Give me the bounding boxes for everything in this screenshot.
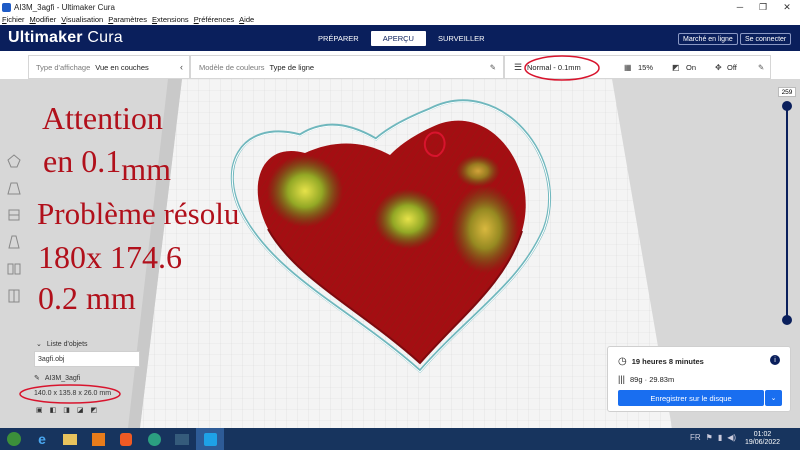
annotation-probleme-resolu: Problème résolu <box>37 196 240 231</box>
cube-left-icon[interactable]: ◪ <box>77 406 84 414</box>
language-icon[interactable]: FR <box>690 433 701 442</box>
tab-prepare[interactable]: PRÉPARER <box>306 31 371 46</box>
object-list-label[interactable]: Liste d'objets <box>47 341 88 348</box>
save-options-chevron-icon[interactable]: ⌄ <box>765 390 782 406</box>
pen-icon: ✎ <box>34 375 40 382</box>
terminal-icon[interactable] <box>168 428 196 450</box>
red-circle-dimensions <box>19 384 121 404</box>
mirror-tool-icon[interactable] <box>3 231 25 253</box>
pencil-icon[interactable]: ✎ <box>490 63 496 72</box>
infill-icon: ▦ <box>624 62 632 72</box>
minimize-icon[interactable]: ─ <box>729 0 751 14</box>
clock-date: 19/06/2022 <box>745 439 781 446</box>
ie-icon[interactable]: e <box>28 428 56 450</box>
annotation-en-01: en 0.1mm <box>43 143 171 185</box>
menu-preferences[interactable]: Préférences <box>194 15 234 24</box>
window-title: AI3M_3agfi - Ultimaker Cura <box>14 2 115 12</box>
support-icon: ◩ <box>672 62 680 72</box>
left-tool-panel <box>0 150 28 312</box>
brand-logo: Ultimaker Cura <box>8 29 123 46</box>
view-type-toolbar: Type d'affichage Vue en couches ‹ <box>28 55 190 79</box>
settings-pencil-icon[interactable]: ✎ <box>758 63 764 72</box>
adhesion-value[interactable]: Off <box>727 63 737 72</box>
edge-icon[interactable] <box>140 428 168 450</box>
print-duration: 19 heures 8 minutes <box>631 357 704 366</box>
view-type-select[interactable]: Vue en couches <box>95 63 149 72</box>
color-model-label: Modèle de couleurs <box>199 62 265 72</box>
title-bar: AI3M_3agfi - Ultimaker Cura ─ ❐ ✕ <box>0 0 800 14</box>
cube-front-icon[interactable]: ◧ <box>50 406 57 414</box>
menu-view[interactable]: Visualisation <box>61 15 103 24</box>
job-specs-panel: ◷ 19 heures 8 minutes i ||| 89g · 29.83m… <box>607 346 791 412</box>
menu-bar: Fichier Modifier Visualisation Paramètre… <box>0 14 800 25</box>
layer-number-box[interactable]: 259 <box>778 87 796 97</box>
menu-extensions[interactable]: Extensions <box>152 15 189 24</box>
cube-top-icon[interactable]: ◨ <box>63 406 70 414</box>
network-icon[interactable]: ▮ <box>718 433 722 442</box>
green-infill-center <box>374 189 442 249</box>
annotation-en-01-text: en 0.1 <box>43 143 122 179</box>
clock-icon: ◷ <box>618 356 627 367</box>
cura-taskbar-icon[interactable] <box>196 428 224 450</box>
taskbar-clock[interactable]: 01:02 19/06/2022 <box>745 431 780 447</box>
menu-settings[interactable]: Paramètres <box>108 15 147 24</box>
red-circle-profile <box>524 55 600 81</box>
green-infill-top <box>456 155 500 187</box>
per-model-settings-icon[interactable] <box>3 258 25 280</box>
rotate-tool-icon[interactable] <box>3 204 25 226</box>
close-icon[interactable]: ✕ <box>776 0 798 14</box>
view-type-label: Type d'affichage <box>36 62 91 72</box>
media-player-icon[interactable] <box>84 428 112 450</box>
annotation-layer-height: 0.2 mm <box>38 280 136 316</box>
cura-window: AI3M_3agfi - Ultimaker Cura ─ ❐ ✕ Fichie… <box>0 0 800 450</box>
chevron-down-icon[interactable]: ⌄ <box>36 340 42 348</box>
menu-help[interactable]: Aide <box>239 15 254 24</box>
move-tool-icon[interactable] <box>3 150 25 172</box>
layer-slider-top-handle[interactable] <box>782 101 792 111</box>
system-tray: FR ⚑ ▮ ◀) <box>690 433 736 442</box>
menu-edit[interactable]: Modifier <box>30 15 57 24</box>
annotation-mm: mm <box>121 151 171 187</box>
color-model-toolbar: Modèle de couleurs Type de ligne ✎ <box>190 55 504 79</box>
infill-value[interactable]: 15% <box>638 63 653 72</box>
support-value[interactable]: On <box>686 63 696 72</box>
cube-icon[interactable]: ▣ <box>36 406 43 414</box>
tab-monitor[interactable]: SURVEILLER <box>426 31 497 46</box>
filament-icon: ||| <box>618 374 626 384</box>
windows-taskbar: e FR ⚑ ▮ ◀) 01:02 19/06/2022 <box>0 428 800 450</box>
start-button-icon[interactable] <box>0 428 28 450</box>
marketplace-button[interactable]: Marché en ligne <box>678 33 738 45</box>
scale-tool-icon[interactable] <box>3 177 25 199</box>
chevron-left-icon[interactable]: ‹ <box>180 62 183 72</box>
maximize-icon[interactable]: ❐ <box>752 0 774 14</box>
signin-button[interactable]: Se connecter <box>740 33 792 45</box>
adhesion-icon: ✥ <box>715 62 722 72</box>
object-list-item[interactable]: 3agfi.obj <box>34 351 140 367</box>
clock-time: 01:02 <box>753 431 772 438</box>
cube-right-icon[interactable]: ◩ <box>91 406 98 414</box>
save-to-disk-button[interactable]: Enregistrer sur le disque <box>618 390 764 406</box>
support-blocker-icon[interactable] <box>3 285 25 307</box>
object-name[interactable]: AI3M_3agfi <box>45 375 80 382</box>
flag-icon[interactable]: ⚑ <box>706 433 713 442</box>
stage-tabs: PRÉPARER APERÇU SURVEILLER <box>306 31 497 46</box>
file-explorer-icon[interactable] <box>56 428 84 450</box>
tab-preview[interactable]: APERÇU <box>370 31 426 46</box>
green-infill-left <box>267 155 343 227</box>
color-model-select[interactable]: Type de ligne <box>269 63 314 72</box>
layer-slider-bottom-handle[interactable] <box>782 315 792 325</box>
brave-icon[interactable] <box>112 428 140 450</box>
volume-icon[interactable]: ◀) <box>727 433 736 442</box>
annotation-dimensions: 180x 174.6 <box>38 239 182 275</box>
info-icon[interactable]: i <box>770 355 780 365</box>
material-usage: 89g · 29.83m <box>630 374 675 384</box>
cura-app-icon <box>2 2 11 12</box>
app-header: Ultimaker Cura PRÉPARER APERÇU SURVEILLE… <box>0 25 800 51</box>
annotation-attention: Attention <box>42 100 163 136</box>
menu-file[interactable]: Fichier <box>2 15 25 24</box>
